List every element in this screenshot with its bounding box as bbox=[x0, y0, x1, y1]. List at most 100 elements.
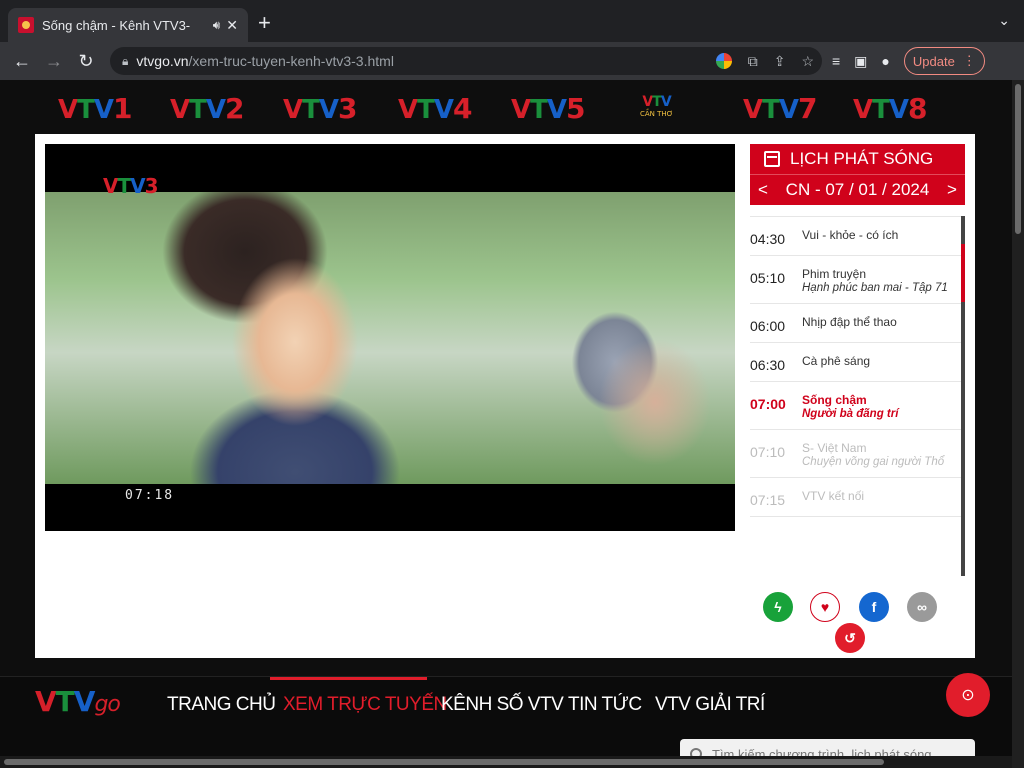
schedule-item[interactable]: 06:30 Cà phê sáng bbox=[750, 343, 965, 382]
schedule-time: 06:30 bbox=[750, 357, 786, 373]
share-icon[interactable]: ⇪ bbox=[774, 53, 786, 70]
bottom-navigation: VTVgo TRANG CHỦ XEM TRỰC TUYẾN KÊNH SỐ V… bbox=[0, 673, 1012, 768]
channel-vtv7[interactable]: VTV7 bbox=[743, 92, 818, 125]
schedule-time: 07:10 bbox=[750, 444, 786, 460]
replay-icon[interactable]: ↺ bbox=[835, 623, 865, 653]
schedule-program: S- Việt Nam Chuyện võng gai người Thổ bbox=[802, 440, 960, 469]
link-icon[interactable]: ∞ bbox=[907, 592, 937, 622]
side-panel-icon[interactable]: ▣ bbox=[854, 53, 867, 70]
channel-vtv1[interactable]: VTV1 bbox=[58, 92, 133, 125]
lightning-icon[interactable]: ϟ bbox=[763, 592, 793, 622]
program-title: Cà phê sáng bbox=[802, 354, 871, 368]
schedule-title: LỊCH PHÁT SÓNG bbox=[790, 149, 934, 168]
video-clock: 07:18 bbox=[125, 488, 175, 503]
vtv-favicon-icon bbox=[18, 17, 34, 33]
new-tab-button[interactable]: + bbox=[258, 12, 271, 34]
action-buttons: ϟ ♥ f ∞ ↺ bbox=[763, 592, 953, 653]
program-episode: Người bà đãng trí bbox=[802, 408, 899, 420]
tab-search-chevron-icon[interactable]: ⌄ bbox=[998, 12, 1010, 29]
url-text: vtvgo.vn/xem-truc-tuyen-kenh-vtv3-3.html bbox=[136, 53, 394, 69]
more-menu-icon: ⋮ bbox=[962, 53, 976, 68]
schedule-item[interactable]: 06:00 Nhịp đập thể thao bbox=[750, 304, 965, 343]
reload-icon[interactable]: ↻ bbox=[70, 51, 102, 72]
profile-icon[interactable]: ● bbox=[881, 53, 889, 69]
program-title: Sống chậm bbox=[802, 393, 867, 407]
nav-trang-chu[interactable]: TRANG CHỦ bbox=[167, 694, 276, 716]
horizontal-scroll-thumb[interactable] bbox=[4, 759, 884, 765]
update-label: Update bbox=[912, 53, 955, 69]
program-episode: Hạnh phúc ban mai - Tập 71 bbox=[802, 282, 948, 294]
media-queue-icon[interactable]: ≡ bbox=[832, 53, 840, 69]
forward-arrow-icon[interactable]: → bbox=[38, 51, 70, 72]
schedule-panel: LỊCH PHÁT SÓNG < CN - 07 / 01 / 2024 > 0… bbox=[750, 144, 965, 576]
next-day-button[interactable]: > bbox=[947, 180, 957, 200]
program-episode: Chuyện võng gai người Thổ bbox=[802, 456, 945, 468]
video-player[interactable]: VTV3 07:18 bbox=[45, 144, 735, 531]
heart-icon[interactable]: ♥ bbox=[810, 592, 840, 622]
program-title: VTV kết nối bbox=[802, 489, 865, 503]
close-tab-icon[interactable]: ✕ bbox=[226, 17, 238, 34]
calendar-icon bbox=[764, 151, 780, 167]
speaker-icon[interactable]: 🔊︎ bbox=[213, 18, 221, 33]
browser-toolbar: ← → ↻ 🔒︎ vtvgo.vn/xem-truc-tuyen-kenh-vt… bbox=[0, 42, 1024, 80]
nav-kenh-so-vtv[interactable]: KÊNH SỐ VTV bbox=[441, 694, 564, 716]
channel-vtv6[interactable]: VTV CẦN THƠ bbox=[640, 94, 673, 118]
scroll-mouse-icon[interactable]: ⊙ bbox=[946, 673, 990, 717]
nav-xem-truc-tuyen[interactable]: XEM TRỰC TUYẾN bbox=[283, 694, 447, 716]
lock-icon[interactable]: 🔒︎ bbox=[122, 54, 128, 69]
active-nav-indicator bbox=[270, 677, 427, 680]
video-frame[interactable] bbox=[45, 192, 735, 484]
horizontal-scrollbar[interactable] bbox=[0, 756, 1012, 768]
browser-tab[interactable]: Sống chậm - Kênh VTV3- 🔊︎ ✕ bbox=[8, 8, 248, 42]
schedule-program: VTV kết nối bbox=[802, 488, 960, 508]
address-bar-icons: ⧉ ⇪ ☆ bbox=[715, 47, 814, 75]
schedule-time: 07:00 bbox=[750, 396, 786, 412]
channel-vtv4[interactable]: VTV4 bbox=[398, 92, 473, 125]
schedule-program: Sống chậm Người bà đãng trí bbox=[802, 392, 960, 421]
schedule-scroll-thumb[interactable] bbox=[961, 244, 965, 302]
page: V T V 1 V T V 2 V T V 3 V T V 4 V T V 5 VTV CẦN THƠ V T V 7 V T V 8 V… bbox=[0, 80, 1012, 768]
program-title: Nhịp đập thể thao bbox=[802, 315, 897, 329]
nav-tin-tuc[interactable]: TIN TỨC bbox=[568, 694, 642, 716]
address-bar[interactable]: 🔒︎ vtvgo.vn/xem-truc-tuyen-kenh-vtv3-3.h… bbox=[110, 47, 822, 75]
channel-vtv3[interactable]: VTV3 bbox=[283, 92, 358, 125]
schedule-date-bar: < CN - 07 / 01 / 2024 > bbox=[750, 174, 965, 205]
program-title: Phim truyện bbox=[802, 267, 867, 281]
url-domain: vtvgo.vn bbox=[136, 53, 189, 69]
schedule-header: LỊCH PHÁT SÓNG bbox=[750, 144, 965, 174]
prev-day-button[interactable]: < bbox=[758, 180, 768, 200]
main-content: VTV3 07:18 LỊCH PHÁT SÓNG < CN - 07 / 01… bbox=[35, 134, 975, 658]
schedule-date: CN - 07 / 01 / 2024 bbox=[785, 180, 930, 199]
browser-right-tools: ≡ ▣ ● Update ⋮ bbox=[832, 42, 985, 80]
schedule-time: 05:10 bbox=[750, 270, 786, 286]
schedule-item[interactable]: 04:30 Vui - khỏe - có ích bbox=[750, 217, 965, 256]
channel-vtv8[interactable]: VTV8 bbox=[853, 92, 928, 125]
schedule-time: 07:15 bbox=[750, 492, 786, 508]
channel-vtv2[interactable]: VTV2 bbox=[170, 92, 245, 125]
schedule-scrollbar[interactable] bbox=[961, 216, 965, 576]
page-scrollbar[interactable] bbox=[1012, 80, 1024, 768]
facebook-icon[interactable]: f bbox=[859, 592, 889, 622]
channel-vtv5[interactable]: VTV5 bbox=[511, 92, 586, 125]
schedule-item[interactable]: 07:10 S- Việt Nam Chuyện võng gai người Th… bbox=[750, 430, 965, 478]
translate-icon[interactable]: ⧉ bbox=[748, 53, 758, 70]
tab-title: Sống chậm - Kênh VTV3- bbox=[42, 17, 191, 33]
vtvgo-logo[interactable]: VTVgo bbox=[35, 685, 121, 718]
channel-bar: V T V 1 V T V 2 V T V 3 V T V 4 V T V 5 VTV CẦN THƠ V T V 7 V T V 8 bbox=[0, 86, 1012, 126]
schedule-item[interactable]: 07:15 VTV kết nối bbox=[750, 478, 965, 517]
google-icon[interactable] bbox=[715, 53, 732, 69]
schedule-item[interactable]: 07:00 Sống chậm Người bà đãng trí bbox=[750, 382, 965, 430]
program-title: S- Việt Nam bbox=[802, 441, 867, 455]
schedule-program: Cà phê sáng bbox=[802, 353, 960, 373]
bookmark-star-icon[interactable]: ☆ bbox=[801, 53, 814, 70]
page-scroll-thumb[interactable] bbox=[1015, 84, 1021, 234]
schedule-item[interactable]: 05:10 Phim truyện Hạnh phúc ban mai - Tập … bbox=[750, 256, 965, 304]
back-arrow-icon[interactable]: ← bbox=[6, 51, 38, 72]
update-button[interactable]: Update ⋮ bbox=[903, 47, 985, 75]
schedule-program: Nhịp đập thể thao bbox=[802, 314, 960, 334]
schedule-list[interactable]: 04:30 Vui - khỏe - có ích 05:10 Phim truyện… bbox=[750, 216, 965, 576]
browser-tabbar: Sống chậm - Kênh VTV3- 🔊︎ ✕ + ⌄ bbox=[0, 0, 1024, 42]
nav-vtv-giai-tri[interactable]: VTV GIẢI TRÍ bbox=[655, 694, 765, 716]
channel-watermark: VTV3 bbox=[103, 174, 159, 198]
url-path: /xem-truc-tuyen-kenh-vtv3-3.html bbox=[188, 53, 394, 69]
